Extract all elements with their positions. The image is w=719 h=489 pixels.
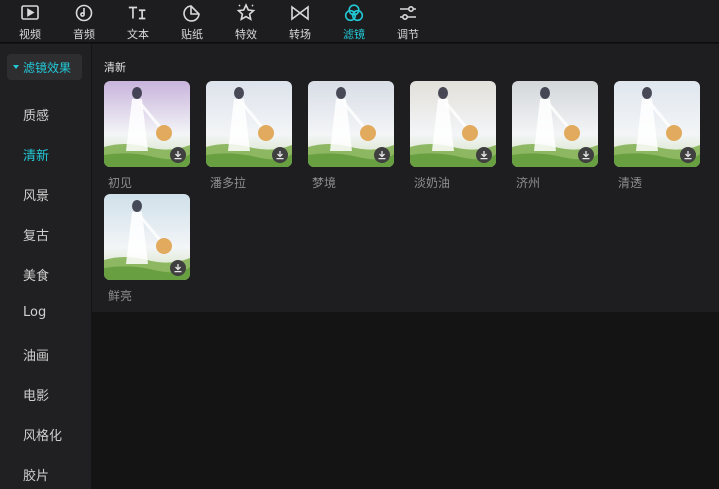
download-button[interactable] [170, 260, 186, 276]
filter-tile[interactable]: 初见 [104, 81, 190, 191]
filter-thumbnail[interactable] [410, 81, 496, 167]
download-icon [480, 151, 488, 160]
filter-tile[interactable]: 济州 [512, 81, 598, 191]
caret-down-icon [13, 65, 19, 69]
sidebar-item-log[interactable]: Log [23, 305, 46, 320]
tab-label: 调节 [397, 28, 419, 41]
sidebar-item-scenery[interactable]: 风景 [23, 185, 49, 204]
audio-icon [73, 2, 95, 24]
filter-name: 初见 [108, 176, 133, 190]
sidebar-item-food[interactable]: 美食 [23, 265, 49, 284]
top-toolbar: 视频 音频 文本 贴纸 特效 转场 滤镜 调节 [0, 0, 719, 43]
filter-tile[interactable]: 鲜亮 [104, 194, 190, 304]
download-button[interactable] [476, 147, 492, 163]
filter-thumbnail[interactable] [104, 194, 190, 280]
tab-label: 贴纸 [181, 28, 203, 41]
filter-thumbnail[interactable] [104, 81, 190, 167]
sidebar-item-retro[interactable]: 复古 [23, 225, 49, 244]
download-button[interactable] [272, 147, 288, 163]
filter-tile[interactable]: 清透 [614, 81, 700, 191]
tab-label: 视频 [19, 28, 41, 41]
tab-transition[interactable]: 转场 [277, 0, 323, 43]
tab-label: 文本 [127, 28, 149, 41]
sidebar-item-movie[interactable]: 电影 [23, 385, 49, 404]
effects-icon [235, 2, 257, 24]
download-icon [582, 151, 590, 160]
tab-filter[interactable]: 滤镜 [331, 0, 377, 43]
sidebar-item-film[interactable]: 胶片 [23, 465, 49, 484]
filter-name: 淡奶油 [414, 176, 451, 190]
tab-label: 特效 [235, 28, 257, 41]
sidebar-item-fresh[interactable]: 清新 [23, 145, 49, 164]
sidebar-item-texture[interactable]: 质感 [23, 105, 49, 124]
download-icon [276, 151, 284, 160]
tab-label: 转场 [289, 28, 311, 41]
video-icon [19, 2, 41, 24]
download-button[interactable] [374, 147, 390, 163]
tab-audio[interactable]: 音频 [61, 0, 107, 43]
filter-name: 潘多拉 [210, 176, 247, 190]
download-icon [174, 151, 182, 160]
tab-effects[interactable]: 特效 [223, 0, 269, 43]
download-button[interactable] [680, 147, 696, 163]
category-group-header[interactable]: 滤镜效果 [7, 54, 82, 80]
category-group-label: 滤镜效果 [23, 60, 72, 75]
filter-name: 梦境 [312, 176, 337, 190]
filter-category-sidebar: 滤镜效果 质感 清新 风景 复古 美食 Log 油画 电影 风格化 胶片 [0, 44, 91, 489]
download-icon [174, 264, 182, 273]
filter-name: 清透 [618, 176, 643, 190]
transition-icon [289, 2, 311, 24]
filter-icon [343, 2, 365, 24]
filter-name: 济州 [516, 176, 541, 190]
filter-name: 鲜亮 [108, 289, 133, 303]
filter-thumbnail[interactable] [206, 81, 292, 167]
section-title: 清新 [104, 61, 126, 74]
download-icon [684, 151, 692, 160]
sidebar-item-oil-painting[interactable]: 油画 [23, 345, 49, 364]
text-icon [127, 2, 149, 24]
adjust-icon [397, 2, 419, 24]
tab-text[interactable]: 文本 [115, 0, 161, 43]
filter-thumbnail[interactable] [512, 81, 598, 167]
download-icon [378, 151, 386, 160]
sidebar-item-stylized[interactable]: 风格化 [23, 425, 62, 444]
filter-thumbnail[interactable] [308, 81, 394, 167]
tab-sticker[interactable]: 贴纸 [169, 0, 215, 43]
filter-tile[interactable]: 潘多拉 [206, 81, 292, 191]
filter-tile[interactable]: 梦境 [308, 81, 394, 191]
tab-adjust[interactable]: 调节 [385, 0, 431, 43]
download-button[interactable] [578, 147, 594, 163]
tab-label: 音频 [73, 28, 95, 41]
tab-label: 滤镜 [343, 28, 365, 41]
panel-empty-area [92, 312, 719, 489]
download-button[interactable] [170, 147, 186, 163]
filter-thumbnail[interactable] [614, 81, 700, 167]
filter-tile[interactable]: 淡奶油 [410, 81, 496, 191]
sticker-icon [181, 2, 203, 24]
filter-panel: 清新 初见 潘多拉 梦境 淡奶油 济州 清透鲜亮 [92, 44, 719, 489]
tab-video[interactable]: 视频 [7, 0, 53, 43]
